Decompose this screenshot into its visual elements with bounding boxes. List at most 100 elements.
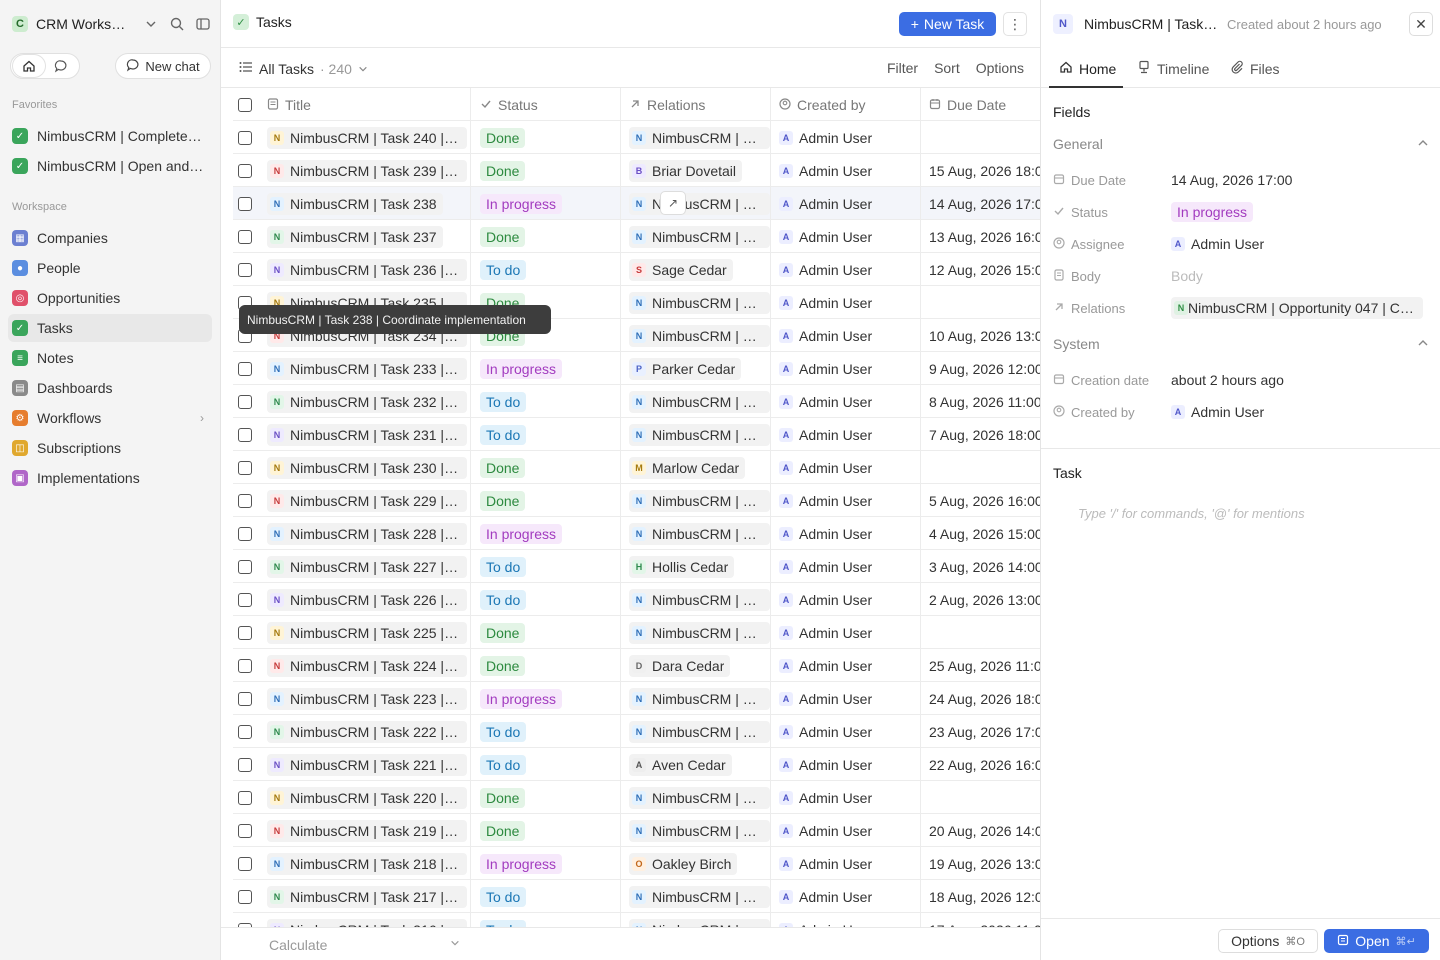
table-row[interactable]: N NimbusCRM | Task 224 | C... Done D Dara Ce… (233, 649, 1040, 682)
relation-chip[interactable]: NNimbusCRM | Co... (629, 621, 770, 644)
row-checkbox[interactable] (233, 484, 259, 517)
row-checkbox[interactable] (233, 550, 259, 583)
table-row[interactable]: N NimbusCRM | Task 221 | Dis... To do A Aven… (233, 748, 1040, 781)
title-chip[interactable]: N NimbusCRM | Task 225 | Sc... (267, 621, 467, 644)
chat-icon[interactable] (45, 55, 77, 77)
field-relations[interactable]: Relations N NimbusCRM | Opportunity 047 |… (1053, 296, 1429, 320)
row-checkbox[interactable] (233, 781, 259, 814)
title-chip[interactable]: N NimbusCRM | Task 229 | U... (267, 489, 467, 512)
due-date-cell[interactable] (921, 616, 1040, 649)
created-by-cell[interactable]: AAdmin User (771, 121, 921, 154)
table-row[interactable]: NNimbusCRM | Task 216 | Va... To do NNimbu… (233, 913, 1040, 927)
relations-cell[interactable]: NNimbusCRM | Co... (621, 319, 771, 352)
status-cell[interactable]: In progress (471, 352, 621, 385)
title-cell[interactable]: N NimbusCRM | Task 239 | U... (259, 154, 471, 187)
row-checkbox[interactable] (233, 814, 259, 847)
tab-timeline[interactable]: Timeline (1137, 60, 1209, 77)
title-chip[interactable]: N NimbusCRM | Task 233 | Re... (267, 357, 467, 380)
row-checkbox[interactable] (233, 847, 259, 880)
status-cell[interactable]: In progress (471, 517, 621, 550)
title-cell[interactable]: N NimbusCRM | Task 218 | Co... (259, 847, 471, 880)
row-checkbox[interactable] (233, 121, 259, 154)
title-cell[interactable]: N NimbusCRM | Task 219 | Up... (259, 814, 471, 847)
status-cell[interactable]: To do (471, 253, 621, 286)
due-date-cell[interactable]: 7 Aug, 2026 18:00 (921, 418, 1040, 451)
status-cell[interactable]: Done (471, 814, 621, 847)
open-record-button[interactable]: Open ⌘↵ (1324, 929, 1429, 953)
row-checkbox[interactable] (233, 253, 259, 286)
status-cell[interactable]: Done (471, 154, 621, 187)
sidebar-item-notes[interactable]: ≡ Notes (8, 344, 212, 372)
tab-home[interactable]: Home (1059, 60, 1116, 77)
relation-chip[interactable]: S Sage Cedar (629, 258, 733, 281)
relations-cell[interactable]: NNimbusCRM | Co... (621, 814, 771, 847)
title-cell[interactable]: N NimbusCRM | Task 236 | Va... (259, 253, 471, 286)
status-cell[interactable]: Done (471, 649, 621, 682)
view-picker[interactable]: All Tasks · 240 (239, 60, 368, 77)
created-by-cell[interactable]: AAdmin User (771, 154, 921, 187)
row-checkbox[interactable] (233, 517, 259, 550)
relations-cell[interactable]: D Dara Cedar (621, 649, 771, 682)
status-cell[interactable]: To do (471, 715, 621, 748)
task-editor[interactable]: Type '/' for commands, '@' for mentions (1078, 506, 1305, 521)
due-date-cell[interactable]: 18 Aug, 2026 12:00 (921, 880, 1040, 913)
table-row[interactable]: N NimbusCRM | Task 229 | U... Done N NimbusC… (233, 484, 1040, 517)
options-button[interactable]: Options (976, 60, 1024, 76)
relations-cell[interactable]: S Sage Cedar (621, 253, 771, 286)
row-checkbox[interactable] (233, 451, 259, 484)
relations-cell[interactable]: NNimbusCRM | Co... (621, 913, 771, 927)
relation-chip[interactable]: P Parker Cedar (629, 357, 742, 380)
created-by-cell[interactable]: AAdmin User (771, 847, 921, 880)
relations-cell[interactable]: NNimbusCRM | Co... (621, 121, 771, 154)
field-due-date[interactable]: Due Date 14 Aug, 2026 17:00 (1053, 168, 1429, 192)
favorite-completed-tasks[interactable]: ✓ NimbusCRM | Completed tasks (8, 122, 212, 150)
table-row[interactable]: N NimbusCRM | Task 237 Done N NimbusCRM | Co… (233, 220, 1040, 253)
title-chip[interactable]: N NimbusCRM | Task 227 | Dr... (267, 555, 467, 578)
title-cell[interactable]: N NimbusCRM | Task 231 | Dis... (259, 418, 471, 451)
relation-chip[interactable]: B Briar Dovetail (629, 159, 743, 182)
created-by-cell[interactable]: AAdmin User (771, 286, 921, 319)
general-group-toggle[interactable]: General (1053, 136, 1429, 152)
table-row[interactable]: N NimbusCRM | Task 238 In progress N NimbusC… (233, 187, 1040, 220)
relations-cell[interactable]: N NimbusCRM | Op... (621, 682, 771, 715)
table-row[interactable]: N NimbusCRM | Task 219 | Up... Done N Nimbus… (233, 814, 1040, 847)
filter-button[interactable]: Filter (887, 60, 918, 76)
due-date-cell[interactable]: 3 Aug, 2026 14:00 (921, 550, 1040, 583)
created-by-cell[interactable]: AAdmin User (771, 352, 921, 385)
created-by-cell[interactable]: AAdmin User (771, 715, 921, 748)
title-chip[interactable]: N NimbusCRM | Task 226 | Va... (267, 588, 467, 611)
relation-chip[interactable]: N NimbusCRM | Op... (629, 489, 770, 512)
due-date-cell[interactable]: 2 Aug, 2026 13:00 (921, 583, 1040, 616)
due-date-cell[interactable]: 23 Aug, 2026 17:00 (921, 715, 1040, 748)
table-row[interactable]: N NimbusCRM | Task 226 | Va... To do N Nimbu… (233, 583, 1040, 616)
title-cell[interactable]: N NimbusCRM | Task 240 | Sh... (259, 121, 471, 154)
title-chip[interactable]: N NimbusCRM | Task 239 | U... (267, 159, 467, 182)
relations-cell[interactable]: A Aven Cedar (621, 748, 771, 781)
favorite-open-tasks[interactable]: ✓ NimbusCRM | Open and in progress tasks (8, 152, 212, 180)
due-date-cell[interactable] (921, 121, 1040, 154)
relation-chip[interactable]: N NimbusCRM | Op... (629, 192, 770, 215)
row-checkbox[interactable] (233, 649, 259, 682)
created-by-cell[interactable]: AAdmin User (771, 484, 921, 517)
title-cell[interactable]: N NimbusCRM | Task 238 (259, 187, 471, 220)
status-cell[interactable]: In progress (471, 187, 621, 220)
row-checkbox[interactable] (233, 418, 259, 451)
status-cell[interactable]: Done (471, 781, 621, 814)
status-cell[interactable]: To do (471, 880, 621, 913)
relations-cell[interactable]: NNimbusCRM | Co... (621, 418, 771, 451)
table-row[interactable]: N NimbusCRM | Task 217 | Dr... To do N Nimbu… (233, 880, 1040, 913)
relation-chip[interactable]: N NimbusCRM | Op... (629, 687, 770, 710)
close-icon[interactable]: ✕ (1409, 12, 1433, 36)
title-cell[interactable]: N NimbusCRM | Task 226 | Va... (259, 583, 471, 616)
relation-chip[interactable]: N NimbusCRM | Op... (629, 885, 770, 908)
title-cell[interactable]: N NimbusCRM | Task 227 | Dr... (259, 550, 471, 583)
created-by-cell[interactable]: AAdmin User (771, 682, 921, 715)
row-checkbox[interactable] (233, 385, 259, 418)
relation-chip[interactable]: N NimbusCRM | Op... (629, 291, 770, 314)
row-checkbox[interactable] (233, 913, 259, 927)
relations-cell[interactable]: NNimbusCRM | Co... (621, 715, 771, 748)
relations-cell[interactable]: NNimbusCRM | Co... (621, 517, 771, 550)
due-date-cell[interactable]: 5 Aug, 2026 16:00 (921, 484, 1040, 517)
table-row[interactable]: N NimbusCRM | Task 231 | Dis... To do N Nimb… (233, 418, 1040, 451)
title-chip[interactable]: N NimbusCRM | Task 224 | C... (267, 654, 467, 677)
